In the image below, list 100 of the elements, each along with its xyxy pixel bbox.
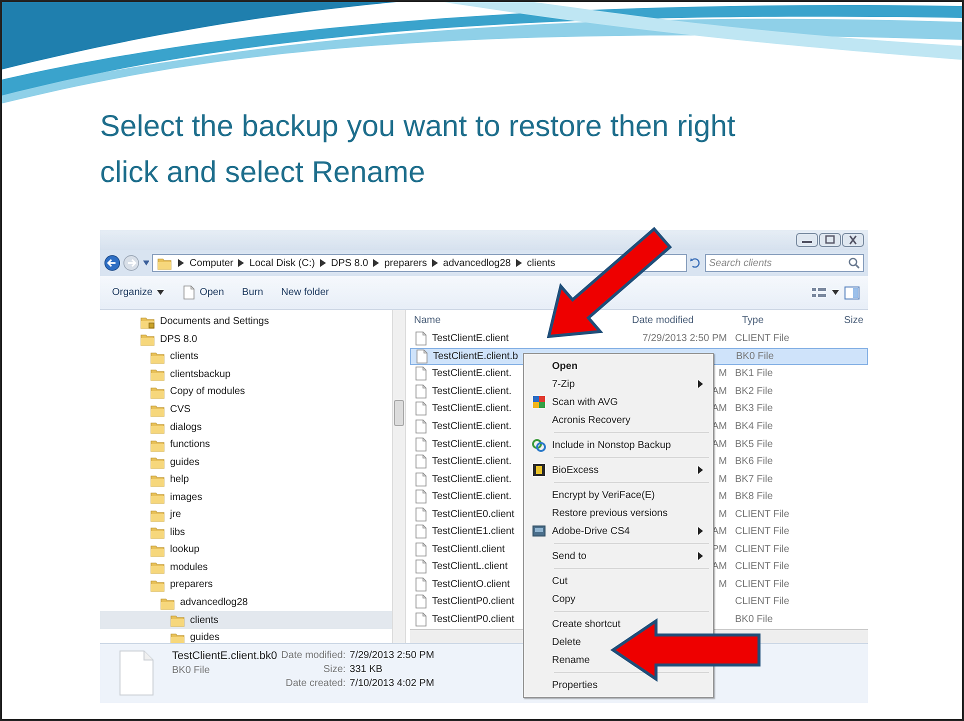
chevron-icon[interactable] bbox=[516, 259, 522, 267]
tree-item[interactable]: modules bbox=[100, 558, 392, 576]
scroll-thumb[interactable] bbox=[394, 400, 404, 426]
tree-item[interactable]: clients bbox=[100, 611, 392, 629]
file-name[interactable]: TestClientE.client. bbox=[432, 368, 512, 380]
tree-item[interactable]: jre bbox=[100, 506, 392, 524]
folder-icon bbox=[157, 256, 174, 270]
file-name[interactable]: TestClientE1.client bbox=[432, 526, 514, 538]
menu-item[interactable]: Copy bbox=[526, 590, 582, 608]
file-name[interactable]: TestClientE.client. bbox=[432, 386, 512, 397]
tree-item[interactable]: dialogs bbox=[100, 418, 392, 436]
drive-icon bbox=[532, 524, 546, 538]
folder-icon bbox=[140, 332, 155, 346]
file-type: BK8 File bbox=[735, 491, 773, 502]
menu-item[interactable]: Properties bbox=[526, 676, 604, 694]
preview-pane-icon[interactable] bbox=[844, 286, 860, 300]
breadcrumb-item[interactable]: Computer bbox=[189, 258, 234, 268]
tree-item[interactable]: clients bbox=[100, 348, 392, 366]
file-name[interactable]: TestClientE.client. bbox=[432, 403, 512, 414]
file-icon bbox=[414, 401, 428, 416]
tree-item[interactable]: images bbox=[100, 488, 392, 506]
tree-item[interactable]: CVS bbox=[100, 400, 392, 418]
menu-item[interactable]: Encrypt by VeriFace(E) bbox=[526, 486, 661, 504]
breadcrumb-item[interactable]: advancedlog28 bbox=[443, 258, 511, 268]
breadcrumb-item[interactable]: Local Disk (C:) bbox=[249, 258, 315, 268]
folder-icon bbox=[170, 630, 185, 643]
toolbar-button[interactable]: New folder bbox=[275, 284, 335, 301]
toolbar-button[interactable]: Burn bbox=[236, 284, 270, 301]
folder-icon bbox=[150, 560, 165, 574]
file-name[interactable]: TestClientP0.client bbox=[432, 596, 514, 608]
chevron-icon[interactable] bbox=[238, 259, 244, 267]
breadcrumb-item[interactable]: clients bbox=[526, 258, 556, 268]
file-name[interactable]: TestClientE.client. bbox=[432, 456, 512, 468]
file-type: CLIENT File bbox=[735, 578, 790, 590]
menu-item[interactable]: Adobe-Drive CS4 bbox=[526, 522, 711, 540]
details-value: 7/10/2013 4:02 PM bbox=[350, 678, 434, 689]
tree-item[interactable]: Documents and Settings bbox=[100, 313, 392, 331]
view-icon[interactable] bbox=[811, 286, 827, 300]
menu-item[interactable]: Open bbox=[526, 357, 584, 375]
menu-item[interactable]: BioExcess bbox=[526, 461, 711, 479]
menu-item[interactable]: Restore previous versions bbox=[526, 504, 674, 522]
column-header[interactable]: Type bbox=[742, 314, 844, 326]
search-field[interactable]: Search clients bbox=[705, 254, 864, 272]
chevron-icon[interactable] bbox=[178, 259, 184, 267]
menu-item[interactable]: Delete bbox=[526, 633, 587, 651]
file-name[interactable]: TestClientP0.client bbox=[432, 614, 514, 626]
tree-item[interactable]: clientsbackup bbox=[100, 366, 392, 384]
toolbar-button[interactable]: Organize bbox=[106, 284, 170, 301]
refresh-icon[interactable] bbox=[690, 255, 702, 271]
file-name[interactable]: TestClientE.client bbox=[432, 333, 509, 344]
chevron-icon[interactable] bbox=[432, 259, 438, 267]
file-name[interactable]: TestClientE.client.b bbox=[433, 350, 518, 362]
address-field[interactable]: Computer Local Disk (C:) DPS 8.0 preparers advancedlog28 clients bbox=[152, 254, 688, 272]
menu-item[interactable]: Send to bbox=[526, 547, 711, 565]
caret-icon[interactable] bbox=[142, 260, 150, 266]
details-label: Date modified: bbox=[281, 650, 346, 661]
file-type: BK2 File bbox=[735, 386, 773, 397]
tree-item[interactable]: libs bbox=[100, 524, 392, 542]
file-name[interactable]: TestClientO.client bbox=[432, 578, 510, 590]
breadcrumb-item[interactable]: preparers bbox=[384, 258, 428, 268]
menu-item[interactable]: Acronis Recovery bbox=[526, 411, 636, 429]
tree-item[interactable]: advancedlog28 bbox=[100, 594, 392, 612]
menu-item[interactable]: Create shortcut bbox=[526, 615, 626, 633]
menu-item[interactable]: Scan with AVG bbox=[526, 393, 624, 411]
column-header[interactable]: Date modified bbox=[632, 314, 742, 326]
menu-item[interactable]: Rename bbox=[526, 651, 596, 669]
file-name[interactable]: TestClientE.client. bbox=[432, 438, 512, 450]
file-name[interactable]: TestClientL.client bbox=[432, 561, 508, 572]
chevron-icon[interactable] bbox=[373, 259, 380, 267]
caret-icon[interactable] bbox=[832, 290, 839, 295]
breadcrumb-item[interactable]: DPS 8.0 bbox=[330, 258, 368, 268]
minimize-icon[interactable] bbox=[796, 233, 818, 247]
back-icon[interactable] bbox=[104, 253, 120, 273]
chevron-icon[interactable] bbox=[320, 259, 326, 267]
details-label: Date created: bbox=[284, 678, 346, 689]
file-name[interactable]: TestClientE.client. bbox=[432, 421, 512, 432]
tree-item[interactable]: help bbox=[100, 470, 392, 488]
tree-item[interactable]: Copy of modules bbox=[100, 383, 392, 401]
menu-item[interactable]: Cut bbox=[526, 572, 574, 590]
tree-item[interactable]: preparers bbox=[100, 576, 392, 594]
tree-item[interactable]: functions bbox=[100, 436, 392, 454]
tree-item[interactable]: lookup bbox=[100, 541, 392, 559]
file-icon bbox=[414, 576, 428, 592]
file-name[interactable]: TestClientE.client. bbox=[432, 491, 512, 502]
tree-item[interactable]: guides bbox=[100, 453, 392, 471]
column-header[interactable]: Size bbox=[844, 314, 864, 326]
maximize-icon[interactable] bbox=[819, 233, 841, 247]
slide-title: Select the backup you want to restore then right click and select Rename bbox=[100, 109, 736, 191]
close-icon[interactable] bbox=[842, 233, 864, 247]
toolbar-button[interactable]: Open bbox=[176, 282, 230, 303]
menu-item[interactable]: Include in Nonstop Backup bbox=[526, 436, 677, 454]
menu-item[interactable]: 7-Zip bbox=[526, 375, 711, 393]
file-icon bbox=[414, 419, 428, 434]
file-name[interactable]: TestClientE.client. bbox=[432, 474, 512, 485]
file-name[interactable]: TestClientI.client bbox=[432, 544, 505, 555]
column-header[interactable]: Name bbox=[410, 314, 632, 326]
file-name[interactable]: TestClientE0.client bbox=[432, 508, 514, 520]
tree-item[interactable]: DPS 8.0 bbox=[100, 330, 392, 348]
file-type: CLIENT File bbox=[735, 333, 790, 344]
scrollbar[interactable] bbox=[392, 310, 406, 643]
